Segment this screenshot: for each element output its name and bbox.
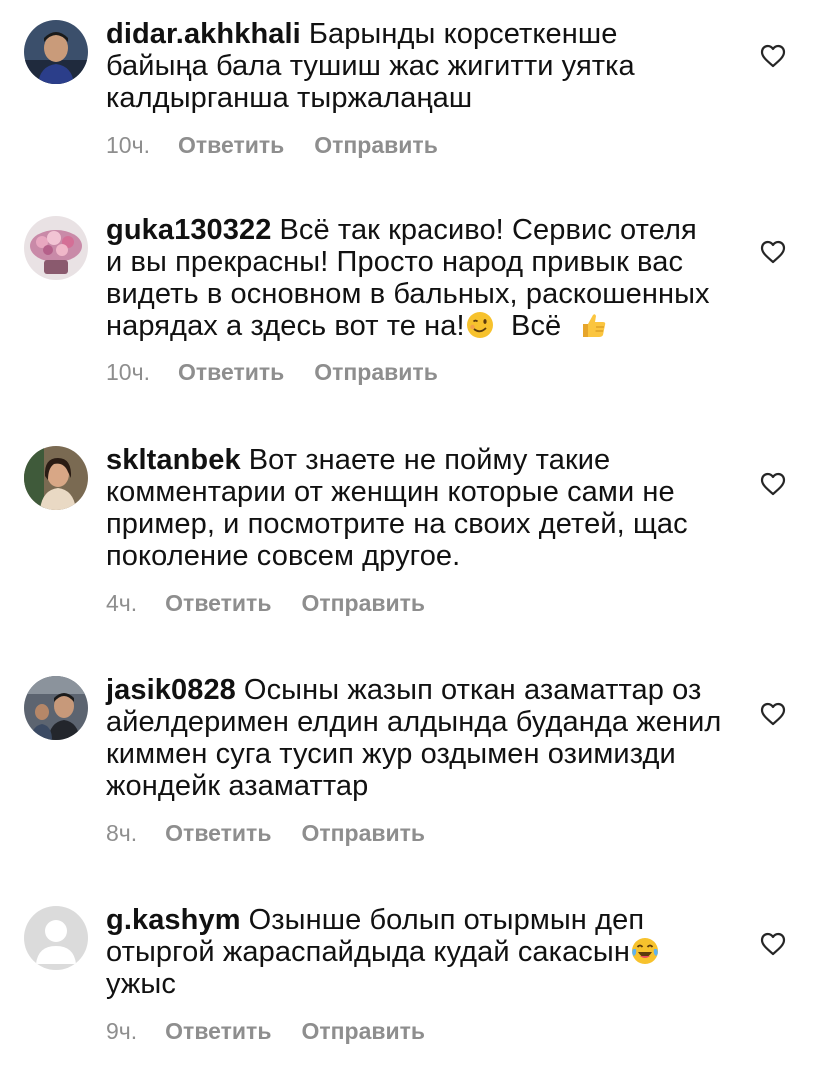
comment-line: ужыс xyxy=(106,968,176,1000)
flowers-avatar-image xyxy=(24,216,88,280)
comment-line: Барынды корсеткенше xyxy=(308,18,618,50)
comment-meta: 8ч. Ответить Отправить xyxy=(106,820,736,850)
comment-meta: 4ч. Ответить Отправить xyxy=(106,590,736,620)
comment-line: видеть в основном в бальных, раскошенных xyxy=(106,278,710,310)
heart-icon[interactable] xyxy=(760,472,786,496)
comment-time: 8ч. xyxy=(106,820,138,846)
send-button[interactable]: Отправить xyxy=(314,359,438,386)
comment-line: и вы прекрасны! Просто народ привык вас xyxy=(106,246,684,278)
woman-avatar-image xyxy=(24,446,88,510)
thumbs-up-emoji xyxy=(578,310,608,340)
heart-icon[interactable] xyxy=(760,932,786,956)
comment-line: киммен суга тусип жур оздымен озимизди xyxy=(106,738,676,770)
comment-line: калдырганша тыржалаңаш xyxy=(106,82,473,114)
comment-time: 10ч. xyxy=(106,132,150,158)
username-link[interactable]: jasik0828 xyxy=(106,674,236,706)
comment-line: нарядах а здесь вот те на! xyxy=(106,310,465,342)
comment-line: комментарии от женщин которые сами не xyxy=(106,476,675,508)
winking-face-emoji xyxy=(465,310,495,340)
comment-text: skltanbek Вот знаете не пойму такие комме… xyxy=(106,444,736,572)
send-button[interactable]: Отправить xyxy=(301,820,425,847)
username-link[interactable]: skltanbek xyxy=(106,444,241,476)
comment-time: 9ч. xyxy=(106,1018,138,1044)
comment-line: Всё так красиво! Сервис отеля xyxy=(279,214,697,246)
comment-text: g.kashym Озынше болып отырмын деп отыргой… xyxy=(106,904,736,1000)
avatar[interactable] xyxy=(24,216,88,280)
default-avatar-image xyxy=(24,906,88,970)
heart-icon[interactable] xyxy=(760,702,786,726)
username-link[interactable]: guka130322 xyxy=(106,214,271,246)
comment-line: айелдеримен елдин алдында буданда женил xyxy=(106,706,722,738)
reply-button[interactable]: Ответить xyxy=(165,590,271,617)
comment-time: 10ч. xyxy=(106,359,150,385)
comment-line: Озынше болып отырмын деп xyxy=(248,904,645,936)
man-avatar-image xyxy=(24,20,88,84)
heart-icon[interactable] xyxy=(760,44,786,68)
comment-line: Всё xyxy=(511,310,562,342)
comment-line: Осыны жазып откан азаматтар оз xyxy=(243,674,702,706)
laughing-tears-emoji xyxy=(630,936,660,966)
avatar[interactable] xyxy=(24,446,88,510)
reply-button[interactable]: Ответить xyxy=(165,820,271,847)
comment-meta: 10ч. Ответить Отправить xyxy=(106,132,736,162)
comment-text: guka130322 Всё так красиво! Сервис отеля … xyxy=(106,214,736,342)
comment-text: didar.akhkhali Барынды корсеткенше байыңа… xyxy=(106,18,736,114)
avatar[interactable] xyxy=(24,20,88,84)
avatar[interactable] xyxy=(24,676,88,740)
comment-line: жондейк азаматтар xyxy=(106,770,369,802)
send-button[interactable]: Отправить xyxy=(314,132,438,159)
comment-line: отыргой жараспайдыда кудай сакасын xyxy=(106,936,630,968)
heart-icon[interactable] xyxy=(760,240,786,264)
username-link[interactable]: g.kashym xyxy=(106,904,241,936)
comment-time: 4ч. xyxy=(106,590,138,616)
reply-button[interactable]: Ответить xyxy=(178,359,284,386)
send-button[interactable]: Отправить xyxy=(301,1018,425,1045)
reply-button[interactable]: Ответить xyxy=(178,132,284,159)
group-avatar-image xyxy=(24,676,88,740)
avatar[interactable] xyxy=(24,906,88,970)
comment-line: Вот знаете не пойму такие xyxy=(248,444,611,476)
comment-line: пример, и посмотрите на своих детей, щас xyxy=(106,508,688,540)
send-button[interactable]: Отправить xyxy=(301,590,425,617)
comment-meta: 10ч. Ответить Отправить xyxy=(106,359,736,389)
comment-meta: 9ч. Ответить Отправить xyxy=(106,1018,736,1048)
comment-line: байыңа бала тушиш жас жигитти уятка xyxy=(106,50,635,82)
comment-line: поколение совсем другое. xyxy=(106,540,461,572)
reply-button[interactable]: Ответить xyxy=(165,1018,271,1045)
username-link[interactable]: didar.akhkhali xyxy=(106,18,301,50)
comment-text: jasik0828 Осыны жазып откан азаматтар оз … xyxy=(106,674,736,802)
